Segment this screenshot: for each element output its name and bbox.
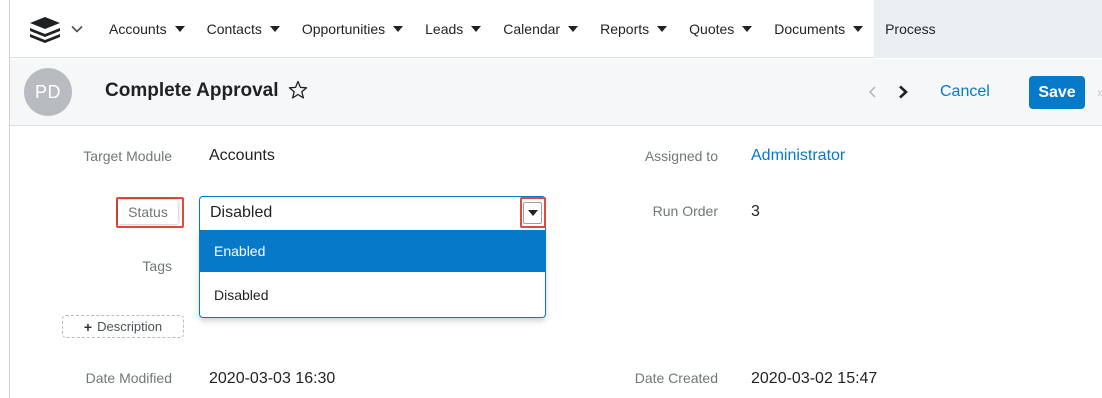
cancel-button[interactable]: Cancel [936, 77, 994, 107]
caret-down-icon [568, 25, 579, 32]
nav-item-label: Documents [774, 20, 846, 37]
more-actions-double-chevron-icon[interactable]: » [1097, 84, 1102, 100]
nav-item-calendar[interactable]: Calendar [492, 0, 589, 58]
nav-item-label: Opportunities [301, 20, 386, 37]
save-button[interactable]: Save [1029, 76, 1085, 109]
nav-item-opportunities[interactable]: Opportunities [291, 0, 414, 58]
status-select[interactable]: Disabled [199, 196, 546, 231]
nav-item-contacts[interactable]: Contacts [196, 0, 291, 58]
dropdown-arrow-icon[interactable] [523, 202, 542, 224]
logo-menu-chevron-down-icon[interactable] [68, 25, 86, 33]
date-modified-value: 2020-03-03 16:30 [209, 370, 336, 387]
date-created-label: Date Created [634, 370, 718, 386]
run-order-label: Run Order [652, 203, 718, 219]
caret-down-icon [174, 25, 185, 32]
tags-label: Tags [142, 258, 172, 274]
avatar: PD [24, 68, 72, 116]
caret-down-icon [742, 25, 753, 32]
favorite-star-icon[interactable] [287, 79, 309, 101]
caret-down-icon [269, 25, 280, 32]
nav-item-label: Accounts [109, 20, 167, 37]
top-navigation-bar: Accounts Contacts Opportunities Leads Ca… [10, 0, 1102, 58]
run-order-value: 3 [751, 203, 760, 220]
add-description-button[interactable]: + Description [62, 315, 184, 338]
status-label: Status [118, 200, 178, 224]
sugar-cube-logo-icon[interactable] [24, 9, 66, 49]
nav-item-label: Leads [425, 20, 464, 37]
caret-down-icon [853, 25, 864, 32]
nav-item-label: Contacts [206, 20, 262, 37]
record-title: Complete Approval [105, 80, 279, 101]
nav-item-reports[interactable]: Reports [589, 0, 678, 58]
record-header: PD Complete Approval Cancel Save » [10, 59, 1102, 126]
assigned-to-link[interactable]: Administrator [751, 147, 845, 165]
status-option-enabled[interactable]: Enabled [200, 230, 545, 272]
plus-icon: + [83, 318, 93, 335]
nav-item-label: Quotes [689, 20, 735, 37]
status-select-value: Disabled [210, 204, 273, 221]
nav-item-label: Process [885, 20, 936, 37]
nav-item-documents[interactable]: Documents [763, 0, 874, 58]
status-option-disabled[interactable]: Disabled [200, 274, 545, 316]
nav-item-label: Reports [600, 20, 650, 37]
previous-record-chevron-left-icon[interactable] [866, 83, 880, 101]
add-description-label: Description [97, 319, 163, 334]
nav-item-process-active[interactable]: Process [874, 0, 1102, 58]
caret-down-icon [471, 25, 482, 32]
nav-item-quotes[interactable]: Quotes [678, 0, 763, 58]
target-module-label: Target Module [83, 148, 172, 164]
caret-down-icon [657, 25, 668, 32]
nav-item-leads[interactable]: Leads [414, 0, 492, 58]
nav-item-label: Calendar [503, 20, 561, 37]
date-created-value: 2020-03-02 15:47 [751, 370, 878, 387]
caret-down-icon [393, 25, 404, 32]
target-module-value: Accounts [209, 147, 275, 164]
status-dropdown-list: Enabled Disabled [199, 230, 546, 318]
date-modified-label: Date Modified [85, 370, 172, 386]
next-record-chevron-right-icon[interactable] [896, 83, 910, 101]
assigned-to-label: Assigned to [644, 148, 718, 164]
nav-item-accounts[interactable]: Accounts [98, 0, 196, 58]
